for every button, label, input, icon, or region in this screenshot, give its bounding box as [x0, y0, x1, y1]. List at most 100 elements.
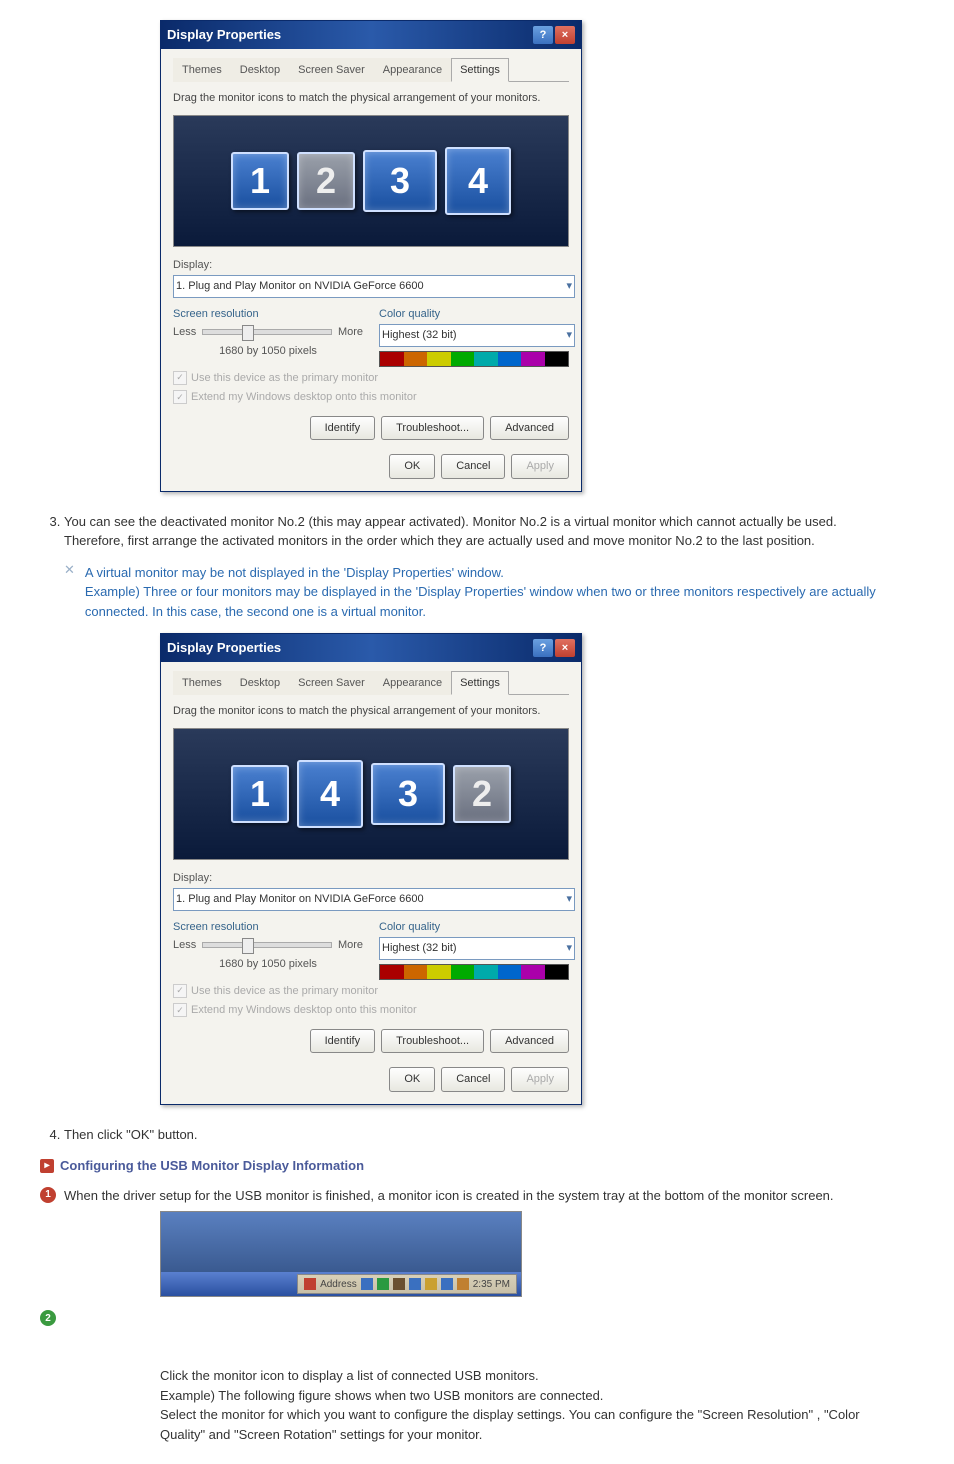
- checkbox-icon: ✓: [173, 1003, 187, 1017]
- dialog-titlebar: Display Properties ? ×: [161, 634, 581, 662]
- para-line-1: Click the monitor icon to display a list…: [160, 1366, 900, 1386]
- close-icon[interactable]: ×: [555, 26, 575, 44]
- note-marker-icon: ✕: [64, 563, 75, 622]
- resolution-text: 1680 by 1050 pixels: [173, 956, 363, 973]
- quality-label: Color quality: [379, 919, 569, 936]
- instruction-paragraph: Click the monitor icon to display a list…: [160, 1366, 900, 1444]
- color-spectrum: [379, 351, 569, 367]
- para-line-3: Select the monitor for which you want to…: [160, 1405, 900, 1444]
- tab-settings[interactable]: Settings: [451, 58, 509, 83]
- tabs: Themes Desktop Screen Saver Appearance S…: [173, 57, 569, 83]
- taskbar: Address 2:35 PM: [161, 1272, 521, 1296]
- help-icon[interactable]: ?: [533, 639, 553, 657]
- ok-button[interactable]: OK: [389, 454, 435, 479]
- monitor-4[interactable]: 4: [297, 760, 363, 828]
- checkbox-icon: ✓: [173, 390, 187, 404]
- monitor-4[interactable]: 4: [445, 147, 511, 215]
- resolution-slider[interactable]: [202, 942, 332, 948]
- tray-speaker-icon: [425, 1278, 437, 1290]
- tray-monitor-icon[interactable]: [393, 1278, 405, 1290]
- primary-monitor-checkbox: ✓ Use this device as the primary monitor: [173, 370, 569, 387]
- display-properties-dialog-2: Display Properties ? × Themes Desktop Sc…: [160, 633, 582, 1105]
- more-label: More: [338, 324, 363, 341]
- tab-settings[interactable]: Settings: [451, 671, 509, 696]
- tray-time: 2:35 PM: [473, 1277, 510, 1292]
- monitor-3[interactable]: 3: [363, 150, 437, 212]
- system-tray: Address 2:35 PM: [297, 1274, 517, 1294]
- dialog-title: Display Properties: [167, 25, 281, 45]
- step-3: You can see the deactivated monitor No.2…: [64, 512, 900, 551]
- monitor-arrangement[interactable]: 1 2 3 4: [173, 115, 569, 247]
- tab-appearance[interactable]: Appearance: [374, 58, 451, 83]
- quality-dropdown[interactable]: Highest (32 bit): [379, 324, 575, 347]
- quality-label: Color quality: [379, 306, 569, 323]
- desktop-area: [161, 1212, 521, 1272]
- troubleshoot-button[interactable]: Troubleshoot...: [381, 416, 484, 441]
- monitor-2[interactable]: 2: [453, 765, 511, 823]
- color-spectrum: [379, 964, 569, 980]
- display-label: Display:: [173, 870, 569, 887]
- checkbox-icon: ✓: [173, 371, 187, 385]
- tray-address-label: Address: [320, 1277, 357, 1292]
- step-4: Then click "OK" button.: [64, 1125, 900, 1145]
- ok-button[interactable]: OK: [389, 1067, 435, 1092]
- tab-desktop[interactable]: Desktop: [231, 671, 289, 696]
- cancel-button[interactable]: Cancel: [441, 454, 505, 479]
- tray-folder-icon: [361, 1278, 373, 1290]
- bullet-2-icon: 2: [40, 1310, 56, 1326]
- display-dropdown[interactable]: 1. Plug and Play Monitor on NVIDIA GeFor…: [173, 888, 575, 911]
- dialog-title: Display Properties: [167, 638, 281, 658]
- tray-shield-icon: [304, 1278, 316, 1290]
- less-label: Less: [173, 324, 196, 341]
- tab-desktop[interactable]: Desktop: [231, 58, 289, 83]
- identify-button[interactable]: Identify: [310, 416, 375, 441]
- apply-button[interactable]: Apply: [511, 454, 569, 479]
- monitor-1[interactable]: 1: [231, 152, 289, 210]
- para-line-2: Example) The following figure shows when…: [160, 1386, 900, 1406]
- section-header: ▸ Configuring the USB Monitor Display In…: [40, 1156, 900, 1176]
- tray-arrow-icon: [377, 1278, 389, 1290]
- bullet-1-icon: 1: [40, 1187, 56, 1203]
- tabs: Themes Desktop Screen Saver Appearance S…: [173, 670, 569, 696]
- tab-screensaver[interactable]: Screen Saver: [289, 58, 374, 83]
- tray-clock-icon: [457, 1278, 469, 1290]
- monitor-2[interactable]: 2: [297, 152, 355, 210]
- close-icon[interactable]: ×: [555, 639, 575, 657]
- less-label: Less: [173, 937, 196, 954]
- display-dropdown[interactable]: 1. Plug and Play Monitor on NVIDIA GeFor…: [173, 275, 575, 298]
- bullet-1-text: When the driver setup for the USB monito…: [64, 1186, 834, 1206]
- tray-usb-icon: [441, 1278, 453, 1290]
- extend-desktop-checkbox: ✓ Extend my Windows desktop onto this mo…: [173, 1002, 569, 1019]
- taskbar-screenshot: Address 2:35 PM: [160, 1211, 522, 1297]
- quality-dropdown[interactable]: Highest (32 bit): [379, 937, 575, 960]
- more-label: More: [338, 937, 363, 954]
- help-icon[interactable]: ?: [533, 26, 553, 44]
- arrow-icon: ▸: [40, 1159, 54, 1173]
- drag-instruction: Drag the monitor icons to match the phys…: [173, 90, 569, 107]
- primary-monitor-checkbox: ✓ Use this device as the primary monitor: [173, 983, 569, 1000]
- resolution-label: Screen resolution: [173, 306, 363, 323]
- monitor-arrangement[interactable]: 1 4 3 2: [173, 728, 569, 860]
- tab-themes[interactable]: Themes: [173, 58, 231, 83]
- note-line-2: Example) Three or four monitors may be d…: [85, 582, 900, 621]
- monitor-1[interactable]: 1: [231, 765, 289, 823]
- advanced-button[interactable]: Advanced: [490, 416, 569, 441]
- monitor-3[interactable]: 3: [371, 763, 445, 825]
- tab-screensaver[interactable]: Screen Saver: [289, 671, 374, 696]
- step-3-note: ✕ A virtual monitor may be not displayed…: [64, 563, 900, 622]
- note-line-1: A virtual monitor may be not displayed i…: [85, 563, 900, 583]
- display-label: Display:: [173, 257, 569, 274]
- advanced-button[interactable]: Advanced: [490, 1029, 569, 1054]
- resolution-text: 1680 by 1050 pixels: [173, 343, 363, 360]
- drag-instruction: Drag the monitor icons to match the phys…: [173, 703, 569, 720]
- resolution-slider[interactable]: [202, 329, 332, 335]
- tab-appearance[interactable]: Appearance: [374, 671, 451, 696]
- dialog-titlebar: Display Properties ? ×: [161, 21, 581, 49]
- troubleshoot-button[interactable]: Troubleshoot...: [381, 1029, 484, 1054]
- apply-button[interactable]: Apply: [511, 1067, 569, 1092]
- extend-desktop-checkbox: ✓ Extend my Windows desktop onto this mo…: [173, 389, 569, 406]
- identify-button[interactable]: Identify: [310, 1029, 375, 1054]
- cancel-button[interactable]: Cancel: [441, 1067, 505, 1092]
- tab-themes[interactable]: Themes: [173, 671, 231, 696]
- tray-net-icon: [409, 1278, 421, 1290]
